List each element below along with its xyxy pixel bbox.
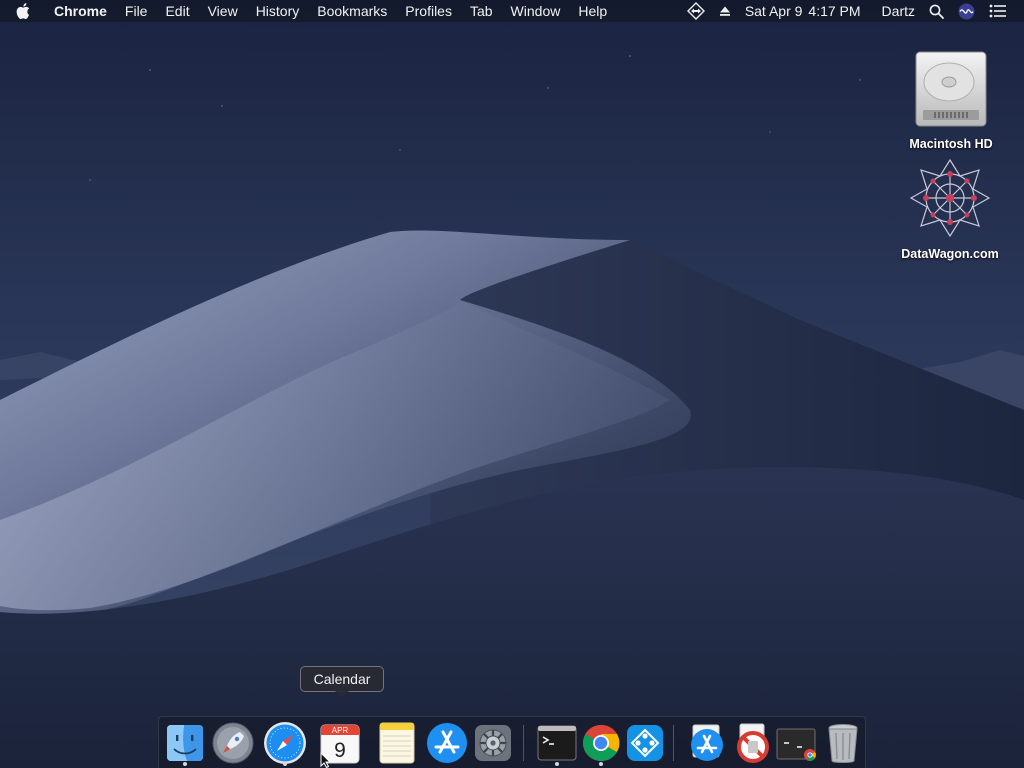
- menu-bookmarks[interactable]: Bookmarks: [308, 0, 396, 22]
- teamviewer-status-icon[interactable]: [680, 2, 712, 20]
- mouse-cursor-icon: [320, 752, 332, 768]
- spotlight-icon[interactable]: [922, 4, 951, 19]
- dock-item-teamviewer[interactable]: [623, 721, 667, 765]
- apple-icon[interactable]: [0, 0, 46, 22]
- dock-item-notes[interactable]: [375, 721, 419, 765]
- menu-user-name[interactable]: Dartz: [868, 0, 922, 22]
- menu-history[interactable]: History: [247, 0, 309, 22]
- menu-bar: Chrome File Edit View History Bookmarks …: [0, 0, 1024, 22]
- eject-icon[interactable]: [712, 5, 738, 17]
- notification-center-icon[interactable]: [982, 4, 1014, 18]
- dock-item-chrome[interactable]: [579, 721, 623, 766]
- siri-icon[interactable]: [951, 3, 982, 20]
- dock-item-finder[interactable]: [163, 721, 207, 766]
- dock-item-app-store[interactable]: [425, 721, 469, 765]
- dock-separator: [523, 725, 524, 761]
- calendar-day: 9: [334, 739, 346, 762]
- dock-item-trash[interactable]: [821, 721, 865, 765]
- menu-tab[interactable]: Tab: [461, 0, 502, 22]
- blocked-app-icon: [737, 723, 769, 763]
- menu-app-name[interactable]: Chrome: [46, 0, 116, 22]
- dock-item-chrome-apps[interactable]: [775, 721, 819, 765]
- app-store-icon: [427, 723, 467, 763]
- dock-tooltip: Calendar: [300, 666, 384, 692]
- dock-item-blocked-app[interactable]: [731, 721, 775, 765]
- desktop-item-macintosh-hd[interactable]: Macintosh HD: [891, 48, 1011, 151]
- datawagon-logo-icon: [909, 158, 991, 238]
- chrome-apps-terminal-icon: [776, 728, 816, 761]
- system-preferences-icon: [475, 725, 511, 761]
- terminal-icon: [537, 725, 577, 761]
- running-indicator: [183, 762, 187, 766]
- teamviewer-icon: [627, 725, 663, 761]
- dock-item-app-store-folder[interactable]: [685, 721, 729, 765]
- menu-bar-left: Chrome File Edit View History Bookmarks …: [0, 0, 616, 22]
- dock-item-safari[interactable]: [263, 721, 307, 766]
- dock: APR 9: [158, 716, 866, 768]
- app-store-folder-icon: [691, 724, 723, 761]
- menu-edit[interactable]: Edit: [156, 0, 198, 22]
- menu-bar-status-area: Sat Apr 9 4:17 PM Dartz: [680, 0, 1024, 22]
- dock-tooltip-arrow: [335, 691, 349, 698]
- notes-icon: [379, 722, 415, 764]
- desktop-wallpaper: [0, 0, 1024, 768]
- desktop-item-datawagon[interactable]: DataWagon.com: [890, 156, 1010, 261]
- menu-date[interactable]: Sat Apr 9: [738, 0, 806, 22]
- dock-separator: [673, 725, 674, 761]
- dock-item-terminal[interactable]: [535, 721, 579, 766]
- calendar-month: APR: [332, 726, 349, 735]
- running-indicator: [599, 762, 603, 766]
- safari-icon: [264, 722, 306, 764]
- dock-item-system-preferences[interactable]: [471, 721, 515, 765]
- menu-window[interactable]: Window: [502, 0, 570, 22]
- menu-time[interactable]: 4:17 PM: [805, 0, 867, 22]
- finder-icon: [167, 725, 203, 761]
- launchpad-icon: [212, 722, 254, 764]
- running-indicator: [555, 762, 559, 766]
- desktop-item-label: DataWagon.com: [901, 247, 999, 261]
- desktop-item-label: Macintosh HD: [909, 137, 993, 151]
- trash-icon: [828, 724, 858, 763]
- menu-file[interactable]: File: [116, 0, 157, 22]
- chrome-icon: [583, 724, 620, 762]
- running-indicator: [283, 762, 287, 766]
- menu-profiles[interactable]: Profiles: [396, 0, 461, 22]
- dock-item-launchpad[interactable]: [211, 721, 255, 765]
- menu-help[interactable]: Help: [569, 0, 616, 22]
- menu-view[interactable]: View: [199, 0, 247, 22]
- hard-drive-icon: [915, 51, 987, 127]
